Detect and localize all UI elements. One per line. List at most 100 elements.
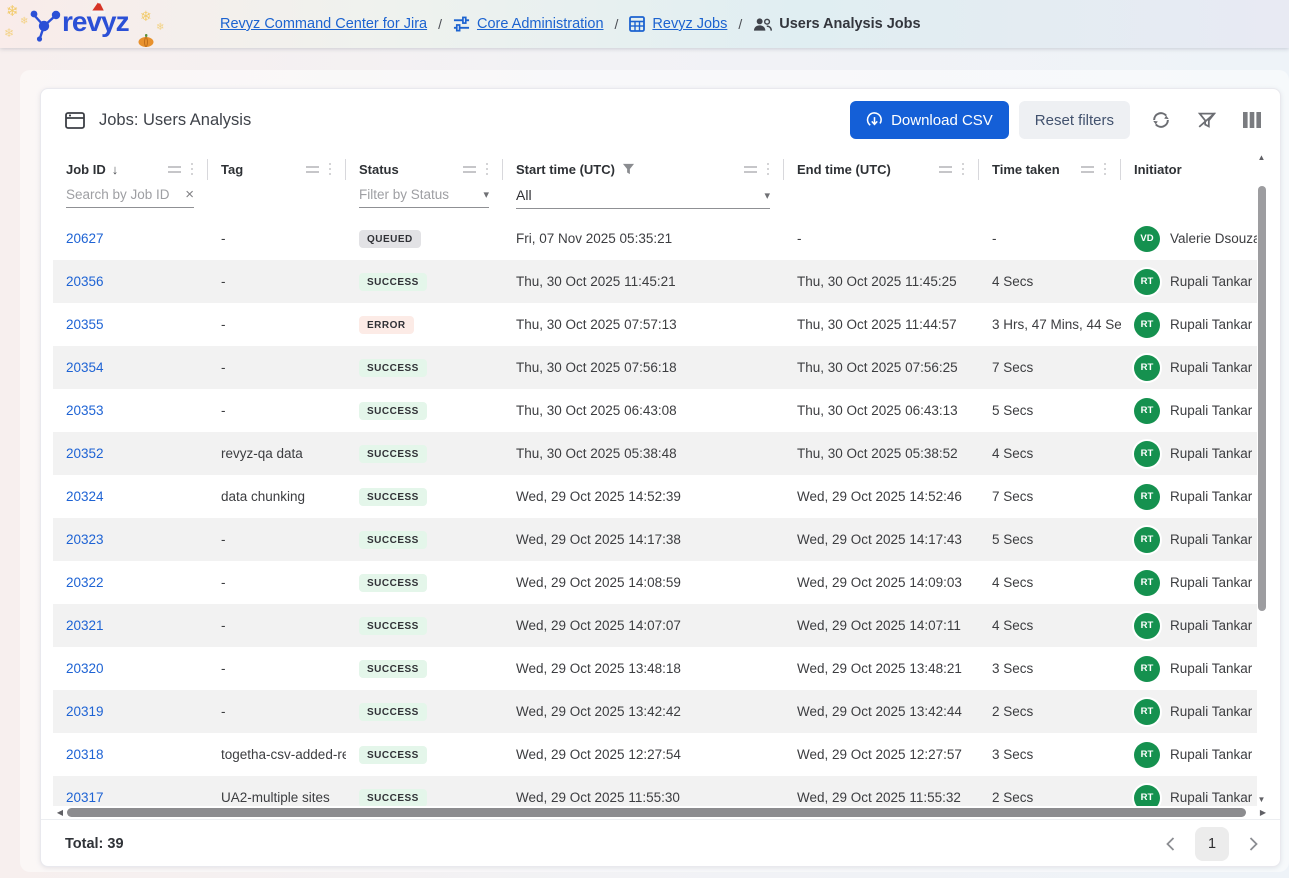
horizontal-scrollbar-thumb[interactable] [67,808,1246,817]
end-time-cell: Wed, 29 Oct 2025 14:09:03 [784,561,979,604]
reset-filters-button[interactable]: Reset filters [1019,101,1130,139]
revyz-logo: ❄ ❄ ❄ ❄ ❄ revyz [0,0,208,48]
table-row: 20318togetha-csv-added-revSUCCESSWed, 29… [53,733,1257,776]
breadcrumb-command-center-link[interactable]: Revyz Command Center for Jira [220,16,427,32]
column-drag-icon[interactable] [744,166,757,173]
column-drag-icon[interactable] [168,166,181,173]
scroll-down-icon[interactable]: ▼ [1255,795,1268,804]
status-badge: SUCCESS [359,531,427,549]
breadcrumb-revyz-jobs-link[interactable]: Revyz Jobs [629,16,727,32]
status-cell: SUCCESS [346,561,503,604]
job-id-link[interactable]: 20353 [66,403,104,418]
refresh-button[interactable] [1146,105,1176,135]
job-id-link[interactable]: 20323 [66,532,104,547]
header-actions: Download CSV Reset filters [850,101,1266,139]
status-cell: QUEUED [346,217,503,260]
job-id-link[interactable]: 20318 [66,747,104,762]
initiator-avatar: RT [1134,613,1160,639]
breadcrumb-core-administration-link[interactable]: Core Administration [453,16,604,33]
column-drag-icon[interactable] [939,166,952,173]
scroll-right-icon[interactable]: ▶ [1256,808,1270,817]
job-id-link[interactable]: 20321 [66,618,104,633]
job-id-link[interactable]: 20324 [66,489,104,504]
job-id-link[interactable]: 20322 [66,575,104,590]
column-header-job-id[interactable]: Job ID ↓ [53,151,208,187]
start-time-cell: Wed, 29 Oct 2025 13:42:42 [503,690,784,733]
time-taken-cell: 3 Hrs, 47 Mins, 44 Secs [979,303,1121,346]
time-taken-cell: 2 Secs [979,690,1121,733]
status-filter-select[interactable]: Filter by Status ▾ [359,187,489,208]
job-id-link[interactable]: 20352 [66,446,104,461]
job-id-link[interactable]: 20320 [66,661,104,676]
column-menu-icon[interactable] [485,162,490,177]
job-id-cell: 20352 [53,432,208,475]
job-id-link[interactable]: 20355 [66,317,104,332]
initiator-name: Rupali Tankar [1170,790,1252,805]
column-drag-icon[interactable] [1081,166,1094,173]
start-time-filter-cell: All ▾ [503,187,784,217]
column-menu-icon[interactable] [1103,162,1108,177]
previous-page-button[interactable] [1162,833,1179,855]
job-id-link[interactable]: 20317 [66,790,104,805]
table-row: 20324data chunkingSUCCESSWed, 29 Oct 202… [53,475,1257,518]
time-taken-cell: 5 Secs [979,518,1121,561]
initiator-cell: RTRupali Tankar [1121,604,1257,647]
start-time-filter-select[interactable]: All ▾ [516,187,770,209]
column-menu-icon[interactable] [328,162,333,177]
job-id-link[interactable]: 20356 [66,274,104,289]
column-menu-icon[interactable] [961,162,966,177]
tag-cell: - [208,260,346,303]
vertical-scrollbar-thumb[interactable] [1258,186,1266,611]
column-menu-icon[interactable] [190,162,195,177]
initiator-cell: RTRupali Tankar [1121,733,1257,776]
scroll-left-icon[interactable]: ◀ [53,808,67,817]
initiator-cell: RTRupali Tankar [1121,346,1257,389]
scroll-up-icon[interactable]: ▲ [1255,153,1268,162]
status-badge: SUCCESS [359,359,427,377]
column-drag-icon[interactable] [306,166,319,173]
horizontal-scrollbar-track[interactable] [67,808,1256,818]
clear-search-icon[interactable]: × [185,187,194,202]
column-header-time-taken[interactable]: Time taken [979,151,1121,187]
breadcrumb-label: Revyz Jobs [652,16,727,32]
horizontal-scrollbar[interactable]: ◀ ▶ [53,806,1270,819]
initiator-cell: RTRupali Tankar [1121,432,1257,475]
breadcrumb-separator: / [615,16,619,32]
vertical-scrollbar[interactable]: ▲ ▼ [1255,151,1268,806]
column-header-tag[interactable]: Tag [208,151,346,187]
job-id-link[interactable]: 20319 [66,704,104,719]
column-drag-icon[interactable] [463,166,476,173]
initiator-avatar: RT [1134,785,1160,807]
column-header-status[interactable]: Status [346,151,503,187]
clear-filter-button[interactable] [1192,105,1222,135]
column-menu-icon[interactable] [766,162,771,177]
column-header-end-time[interactable]: End time (UTC) [784,151,979,187]
column-header-start-time[interactable]: Start time (UTC) [503,151,784,187]
job-id-cell: 20355 [53,303,208,346]
column-header-initiator[interactable]: Initiator [1121,151,1257,187]
download-csv-button[interactable]: Download CSV [850,101,1009,139]
start-time-cell: Wed, 29 Oct 2025 14:07:07 [503,604,784,647]
job-id-search-input[interactable]: Search by Job ID × [66,187,194,208]
job-id-link[interactable]: 20627 [66,231,104,246]
initiator-name: Rupali Tankar [1170,274,1252,289]
job-id-link[interactable]: 20354 [66,360,104,375]
tag-cell: - [208,303,346,346]
status-badge: SUCCESS [359,402,427,420]
columns-button[interactable] [1238,107,1266,133]
sort-desc-icon: ↓ [112,162,119,177]
chevron-right-icon [1249,837,1258,851]
tag-cell: - [208,561,346,604]
next-page-button[interactable] [1245,833,1262,855]
end-time-cell: Wed, 29 Oct 2025 14:17:43 [784,518,979,561]
start-time-cell: Wed, 29 Oct 2025 14:52:39 [503,475,784,518]
initiator-cell: RTRupali Tankar [1121,561,1257,604]
page-number-button[interactable]: 1 [1195,827,1229,861]
initiator-avatar: RT [1134,398,1160,424]
status-badge: SUCCESS [359,660,427,678]
initiator-name: Rupali Tankar [1170,575,1252,590]
initiator-name: Rupali Tankar [1170,360,1252,375]
initiator-cell: RTRupali Tankar [1121,690,1257,733]
status-cell: SUCCESS [346,647,503,690]
start-time-cell: Wed, 29 Oct 2025 11:55:30 [503,776,784,806]
